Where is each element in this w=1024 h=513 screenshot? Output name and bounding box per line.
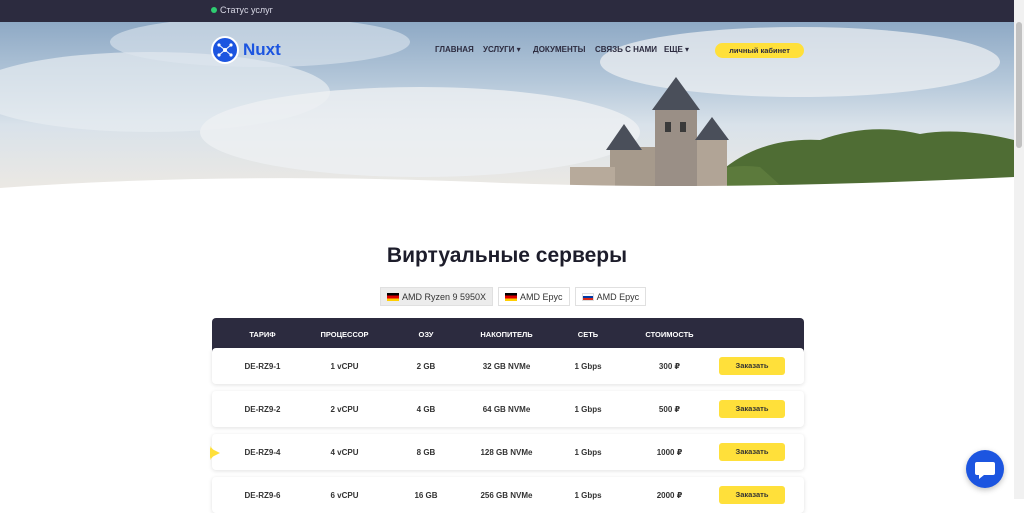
status-dot-icon	[211, 7, 217, 13]
column-header-storage: НАКОПИТЕЛЬ	[480, 330, 533, 339]
tab-label: AMD Epyc	[596, 291, 640, 302]
services-status-link[interactable]: Статус услуг	[211, 5, 273, 15]
storage-cell: 128 GB NVMe	[480, 448, 533, 457]
tab-epyc-de[interactable]: AMD Epyc	[498, 287, 570, 306]
price-cell: 1000 ₽	[656, 448, 683, 457]
chat-bubble-icon	[975, 462, 995, 479]
cpu-cell: 1 vCPU	[330, 362, 359, 371]
nav-item-services[interactable]: УСЛУГИ ▾	[483, 45, 521, 54]
chat-button[interactable]	[966, 450, 1004, 488]
tab-ryzen-de[interactable]: AMD Ryzen 9 5950X	[380, 287, 494, 306]
scrollbar-thumb[interactable]	[1016, 22, 1022, 148]
personal-cabinet-button[interactable]: личный кабинет	[715, 43, 804, 58]
hero-banner: Nuxt ГЛАВНАЯ УСЛУГИ ▾ ДОКУМЕНТЫ СВЯЗЬ С …	[0, 22, 1014, 194]
logo-link[interactable]: Nuxt	[211, 36, 281, 64]
ram-cell: 2 GB	[416, 362, 436, 371]
germany-flag-icon	[387, 292, 399, 301]
nav-item-home[interactable]: ГЛАВНАЯ	[435, 45, 474, 54]
chevron-down-icon: ▾	[514, 45, 521, 54]
network-cell: 1 Gbps	[574, 448, 602, 457]
russia-flag-icon	[581, 292, 594, 301]
column-header-ram: ОЗУ	[418, 330, 434, 339]
tab-label: AMD Ryzen 9 5950X	[402, 291, 487, 302]
table-row: DE-RZ9-4 4 vCPU 8 GB 128 GB NVMe 1 Gbps …	[212, 434, 804, 470]
table-row: DE-RZ9-6 6 vCPU 16 GB 256 GB NVMe 1 Gbps…	[212, 477, 804, 513]
pricing-table-header: ТАРИФ ПРОЦЕССОР ОЗУ НАКОПИТЕЛЬ СЕТЬ СТОИ…	[212, 318, 804, 352]
network-cell: 1 Gbps	[574, 405, 602, 414]
plan-cell: DE-RZ9-1	[244, 362, 281, 371]
processor-tabs: AMD Ryzen 9 5950X AMD Epyc AMD Epyc	[380, 287, 651, 306]
network-cell: 1 Gbps	[574, 362, 602, 371]
tab-epyc-ru[interactable]: AMD Epyc	[574, 287, 647, 306]
chevron-down-icon: ▾	[682, 45, 690, 54]
storage-cell: 64 GB NVMe	[482, 405, 531, 414]
price-cell: 500 ₽	[658, 405, 681, 414]
page-title: Виртуальные серверы	[386, 244, 628, 267]
germany-flag-icon	[505, 292, 518, 301]
table-row: DE-RZ9-2 2 vCPU 4 GB 64 GB NVMe 1 Gbps 5…	[212, 391, 804, 427]
nav-item-more[interactable]: ЕЩЕ ▾	[664, 45, 689, 54]
nav-item-contact[interactable]: СВЯЗЬ С НАМИ	[595, 45, 657, 54]
ram-cell: 4 GB	[416, 405, 436, 414]
table-row: DE-RZ9-1 1 vCPU 2 GB 32 GB NVMe 1 Gbps 3…	[212, 348, 804, 384]
top-status-bar: Статус услуг	[0, 0, 1024, 22]
order-button[interactable]: Заказать	[719, 486, 785, 504]
order-button[interactable]: Заказать	[719, 400, 785, 418]
status-label: Статус услуг	[220, 5, 273, 15]
network-logo-icon	[211, 36, 239, 64]
plan-cell: DE-RZ9-4	[244, 448, 281, 457]
nav-item-documents[interactable]: ДОКУМЕНТЫ	[533, 45, 585, 54]
price-cell: 300 ₽	[658, 362, 681, 371]
cpu-cell: 4 vCPU	[330, 448, 359, 457]
column-header-cpu: ПРОЦЕССОР	[320, 330, 369, 339]
column-header-price: СТОИМОСТЬ	[645, 330, 694, 339]
storage-cell: 32 GB NVMe	[482, 362, 531, 371]
star-icon	[210, 446, 220, 460]
column-header-plan: ТАРИФ	[249, 330, 276, 339]
order-button[interactable]: Заказать	[719, 443, 785, 461]
ram-cell: 8 GB	[416, 448, 436, 457]
logo-text: Nuxt	[243, 40, 281, 59]
column-header-network: СЕТЬ	[577, 330, 599, 339]
order-button[interactable]: Заказать	[719, 357, 785, 375]
cpu-cell: 2 vCPU	[330, 405, 359, 414]
plan-cell: DE-RZ9-2	[244, 405, 281, 414]
tab-label: AMD Epyc	[520, 291, 563, 302]
